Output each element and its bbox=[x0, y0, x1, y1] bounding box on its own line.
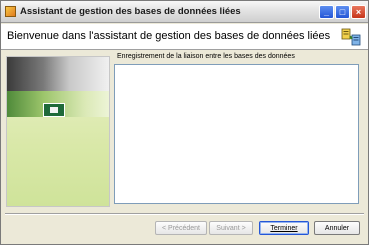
side-photo bbox=[7, 57, 109, 91]
logo-icon bbox=[43, 103, 65, 117]
page-title: Bienvenue dans l'assistant de gestion de… bbox=[7, 30, 331, 42]
window-title: Assistant de gestion des bases de donnée… bbox=[20, 6, 241, 17]
close-icon: × bbox=[355, 7, 362, 17]
finish-label: Terminer bbox=[270, 224, 298, 232]
wizard-side-image bbox=[6, 56, 110, 207]
finish-button[interactable]: Terminer bbox=[259, 221, 309, 235]
app-icon bbox=[5, 6, 16, 17]
database-link-icon bbox=[341, 28, 361, 46]
wizard-header: Bienvenue dans l'assistant de gestion de… bbox=[1, 24, 368, 50]
cancel-button[interactable]: Annuler bbox=[314, 221, 360, 235]
section-label: Enregistrement de la liaison entre les b… bbox=[117, 53, 295, 60]
log-text-area[interactable] bbox=[114, 64, 359, 204]
close-button[interactable]: × bbox=[351, 5, 366, 19]
footer-divider bbox=[5, 213, 364, 215]
minimize-button[interactable]: _ bbox=[319, 5, 334, 19]
next-button[interactable]: Suivant > bbox=[209, 221, 253, 235]
wizard-window: Assistant de gestion des bases de donnée… bbox=[0, 0, 369, 245]
title-bar[interactable]: Assistant de gestion des bases de donnée… bbox=[1, 1, 368, 23]
minimize-icon: _ bbox=[323, 7, 329, 17]
maximize-button[interactable]: □ bbox=[335, 5, 350, 19]
maximize-icon: □ bbox=[339, 7, 346, 17]
back-button[interactable]: < Précédent bbox=[155, 221, 207, 235]
